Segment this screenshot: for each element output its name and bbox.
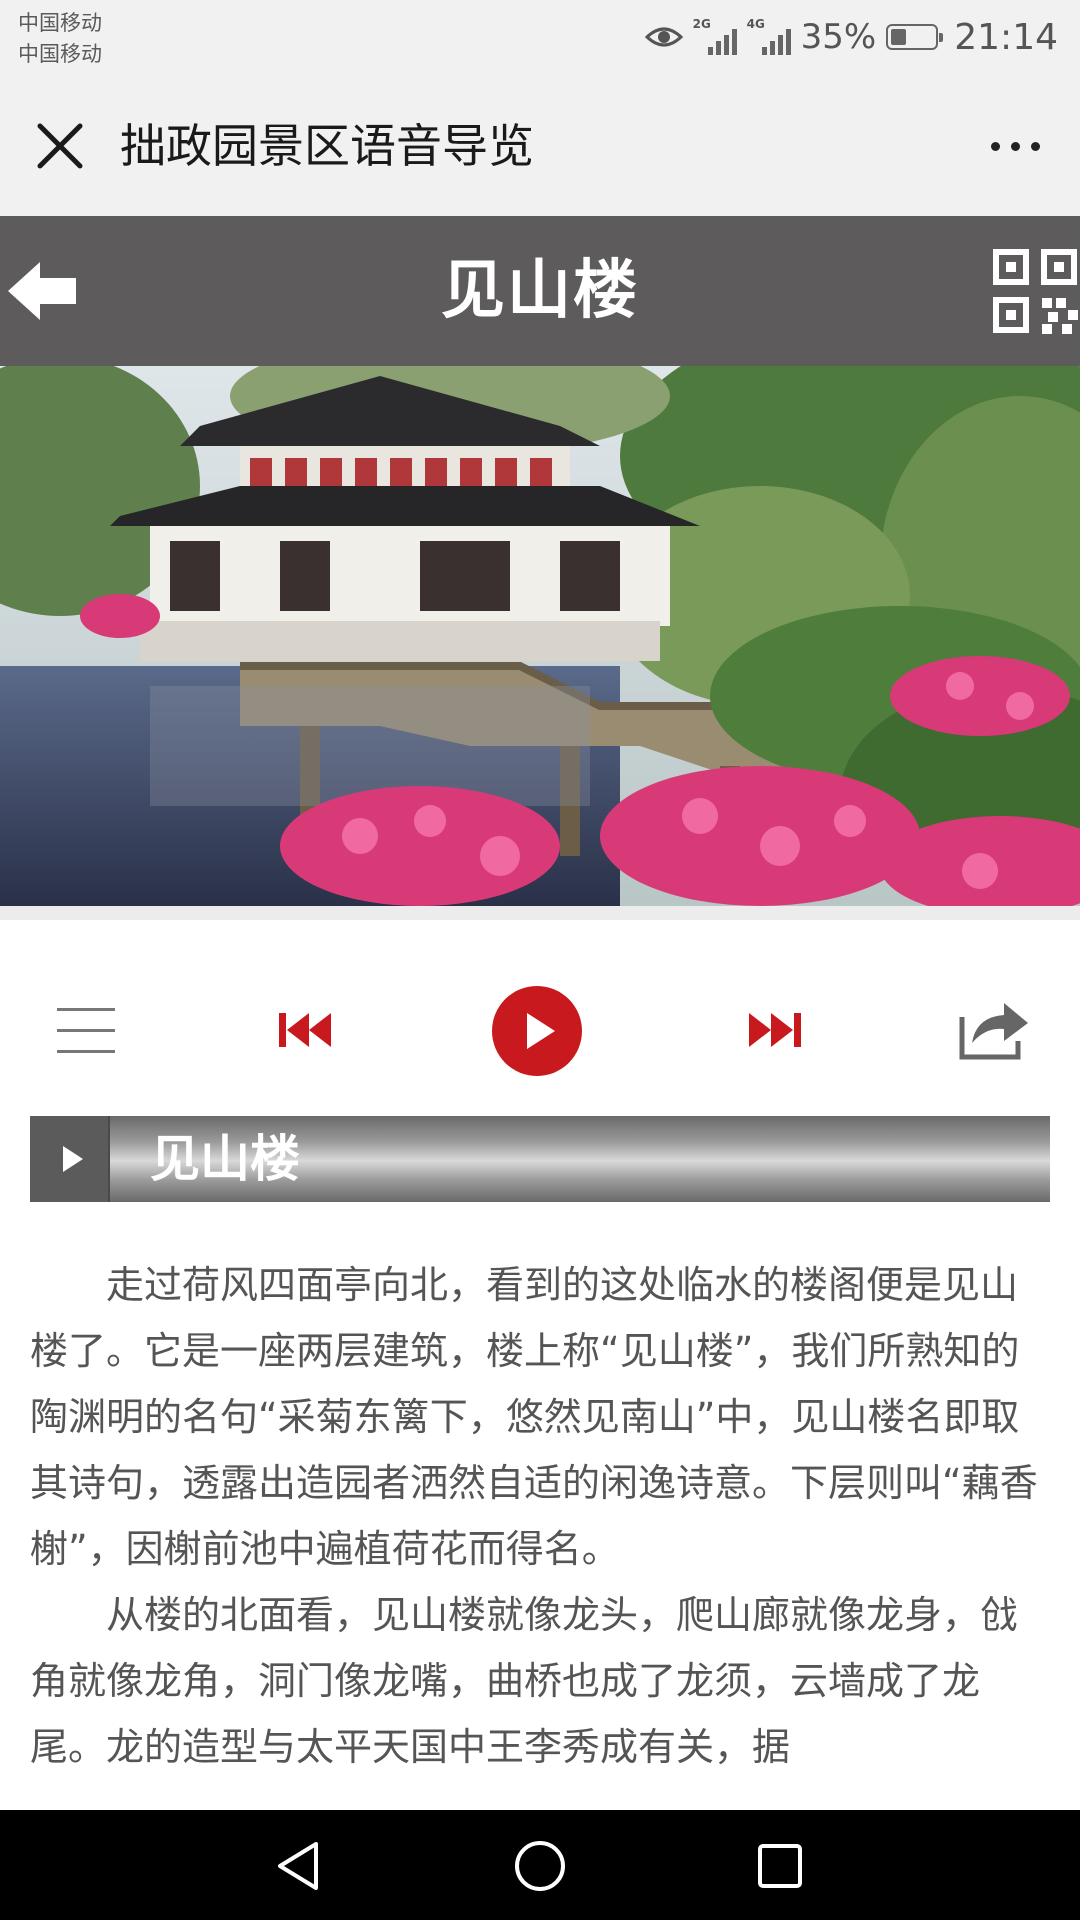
browser-title-bar: 拙政园景区语音导览 [0, 76, 1080, 217]
battery-icon [886, 24, 944, 50]
share-icon[interactable] [958, 997, 1032, 1061]
more-dots-icon[interactable] [980, 116, 1050, 176]
previous-icon[interactable] [275, 1005, 335, 1055]
recents-square-icon[interactable] [752, 1838, 808, 1894]
status-time: 21:14 [954, 16, 1058, 58]
close-icon[interactable] [30, 116, 90, 176]
eye-icon [644, 27, 683, 47]
play-icon[interactable] [490, 984, 584, 1078]
back-triangle-icon[interactable] [272, 1838, 328, 1894]
carrier-2: 中国移动 [18, 42, 102, 66]
scenic-spot-title: 见山楼 [441, 254, 639, 328]
signal-icon-sim1: 2G [693, 17, 737, 57]
system-nav-bar [0, 1810, 1080, 1920]
battery-percent: 35% [800, 17, 877, 57]
article-paragraph-2: 从楼的北面看，见山楼就像龙头，爬山廊就像龙身，戗角就像龙角，洞门像龙嘴，曲桥也成… [30, 1593, 1019, 1769]
scenic-photo [0, 366, 1080, 906]
next-icon[interactable] [745, 1005, 805, 1055]
article-paragraph-1: 走过荷风四面亭向北，看到的这处临水的楼阁便是见山楼了。它是一座两层建筑，楼上称“… [30, 1263, 1038, 1571]
image-divider [0, 906, 1080, 920]
article-body: 走过荷风四面亭向北，看到的这处临水的楼阁便是见山楼了。它是一座两层建筑，楼上称“… [30, 1252, 1050, 1810]
status-icons: 2G 4G 35% 21:14 [644, 12, 1058, 62]
section-header: 见山楼 [30, 1116, 1050, 1202]
section-title: 见山楼 [150, 1130, 300, 1188]
carrier-1: 中国移动 [18, 11, 102, 35]
carrier-labels: 中国移动 中国移动 [18, 8, 102, 70]
audio-player-controls [0, 975, 1080, 1085]
page-title: 拙政园景区语音导览 [120, 119, 534, 173]
page-header: 见山楼 [0, 216, 1080, 366]
playlist-icon[interactable] [55, 995, 117, 1065]
section-play-icon[interactable] [30, 1116, 110, 1202]
signal-icon-sim2: 4G [747, 17, 791, 57]
qr-code-icon[interactable] [992, 248, 1078, 334]
status-bar: 中国移动 中国移动 2G 4G 35% 21:14 [0, 0, 1080, 76]
home-circle-icon[interactable] [512, 1838, 568, 1894]
